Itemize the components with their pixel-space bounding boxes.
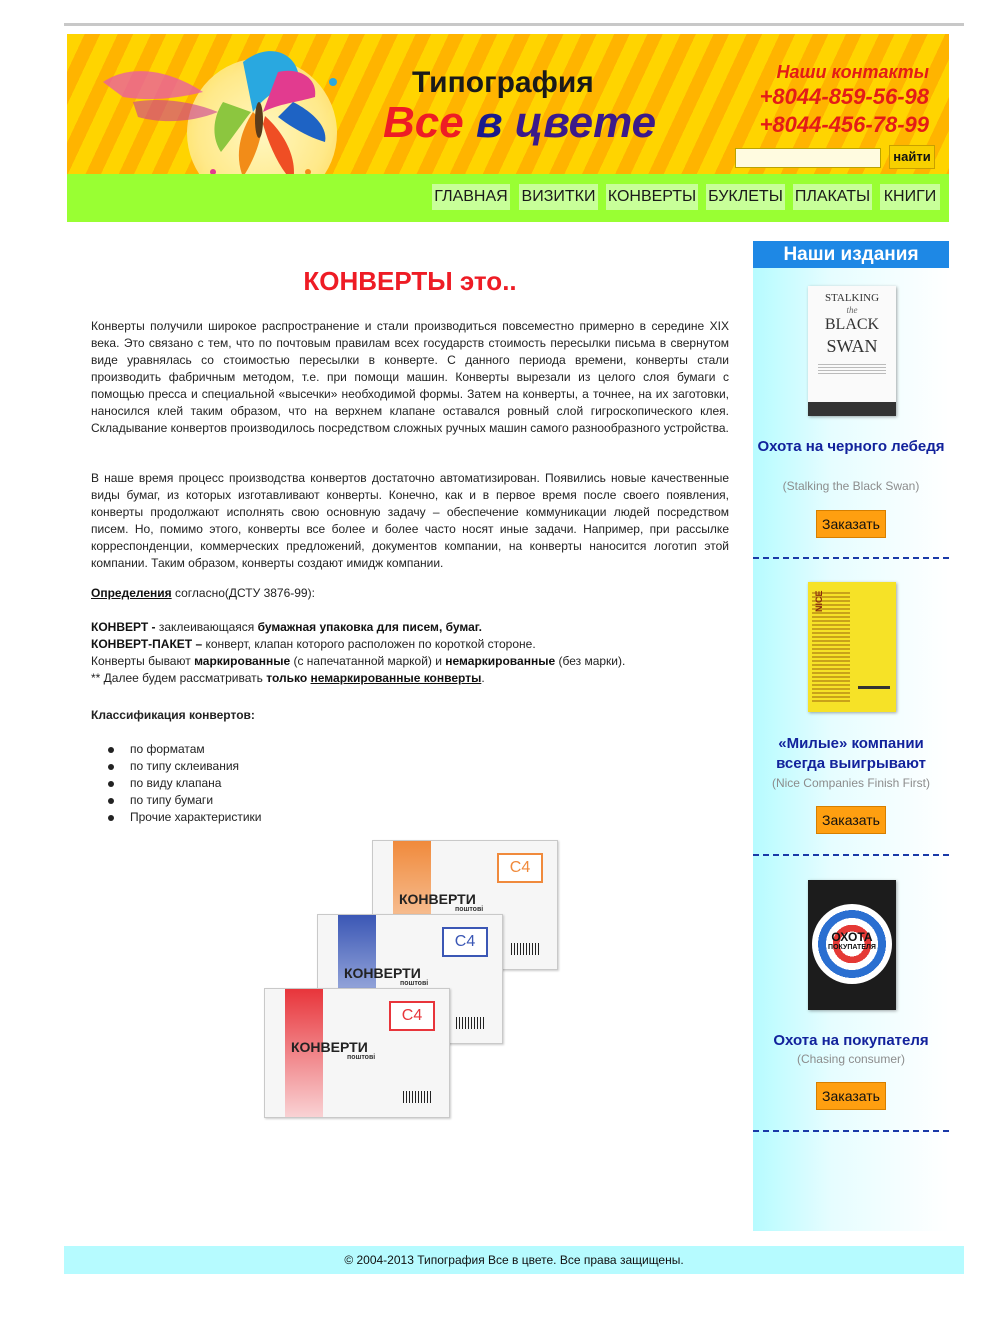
definition-term: КОНВЕРТ-ПАКЕТ – (91, 637, 206, 651)
order-button[interactable]: Заказать (816, 1082, 886, 1110)
sidebar-divider (753, 1130, 949, 1132)
intro-paragraph: Конверты получили широкое распространени… (91, 319, 729, 435)
sidebar-divider (753, 854, 949, 856)
definition-text: (без марки). (555, 654, 626, 668)
nav-item-business-cards[interactable]: ВИЗИТКИ (519, 184, 598, 210)
cover-text: ОХОТА (831, 930, 873, 944)
brand-title-line1: Типография (412, 66, 594, 99)
nav-item-home[interactable]: ГЛАВНАЯ (432, 184, 510, 210)
nav-item-books[interactable]: КНИГИ (880, 184, 940, 210)
book-subtitle: (Stalking the Black Swan) (782, 479, 920, 493)
definition-text: . (481, 671, 485, 685)
cover-text: ПОКУПАТЕЛЯ (828, 944, 876, 951)
envelope-title: КОНВЕРТИ (291, 1039, 368, 1055)
brand-word: Все (383, 98, 464, 147)
book-title[interactable]: Охота на черного лебедя (753, 437, 949, 457)
unmarked-envelopes-link[interactable]: немаркированные конверты (311, 671, 482, 685)
modern-paragraph: В наше время процесс производства конвер… (91, 471, 729, 570)
envelope-subtitle: поштові (347, 1054, 376, 1061)
cover-decoration (818, 364, 886, 376)
definition-envelope-packet: КОНВЕРТ-ПАКЕТ – конверт, клапан которого… (91, 637, 536, 651)
book-title[interactable]: Охота на покупателя (753, 1031, 949, 1051)
butterfly-splash-logo (103, 51, 337, 174)
cover-text: STALKING (824, 292, 880, 304)
sidebar-divider (753, 557, 949, 559)
list-item: по форматам (108, 741, 262, 758)
page-title: КОНВЕРТЫ это.. (303, 266, 517, 296)
list-item: по типу бумаги (108, 792, 262, 809)
definition-text: (с напечатанной маркой) и (290, 654, 446, 668)
list-item: по типу склеивания (108, 758, 262, 775)
barcode-icon (511, 943, 539, 955)
list-item: по виду клапана (108, 775, 262, 792)
definitions-link[interactable]: Определения (91, 586, 172, 600)
definition-text: конверт, клапан которого расположен по к… (205, 637, 536, 651)
classification-title: Классификация конвертов: (91, 708, 255, 722)
envelope-image-red: C4 КОНВЕРТИ поштові (264, 988, 450, 1118)
cover-decoration (808, 402, 896, 416)
order-button[interactable]: Заказать (816, 806, 886, 834)
definition-term: только (266, 671, 308, 685)
envelope-title: КОНВЕРТИ (399, 891, 476, 907)
cover-text: BLACK (824, 316, 880, 333)
classification-list: по форматам по типу склеивания по виду к… (108, 741, 262, 826)
definition-types: Конверты бывают маркированные (с напечат… (91, 654, 625, 668)
book-subtitle: (Nice Companies Finish First) (771, 776, 931, 790)
sidebar-title: Наши издания (753, 241, 949, 268)
brand-word: в (475, 98, 503, 147)
phone-number: +8044-456-78-99 (759, 112, 929, 137)
definition-note: ** Далее будем рассматривать только нема… (91, 671, 485, 685)
nav-item-booklets[interactable]: БУКЛЕТЫ (706, 184, 785, 210)
cover-text: SWAN (826, 336, 878, 356)
envelope-title: КОНВЕРТИ (344, 965, 421, 981)
search-button[interactable]: найти (889, 145, 935, 169)
envelope-format: C4 (497, 853, 543, 883)
top-divider (64, 23, 964, 26)
site-header: Типография Все в цвете Наши контакты +80… (67, 34, 949, 174)
cover-text: NICE (814, 590, 824, 612)
book-cover-chasing-consumer[interactable]: ОХОТА ПОКУПАТЕЛЯ (808, 880, 896, 1010)
brand-title-line2: Все в цвете (383, 98, 656, 148)
barcode-icon (456, 1017, 484, 1029)
definition-term: КОНВЕРТ - (91, 620, 159, 634)
book-cover-nice-companies[interactable]: NICE (808, 582, 896, 712)
list-item: Прочие характеристики (108, 809, 262, 826)
search-input[interactable] (735, 148, 881, 168)
definition-text: Конверты бывают (91, 654, 195, 668)
book-subtitle: (Chasing consumer) (796, 1052, 906, 1066)
brand-word: цвете (514, 98, 657, 147)
definitions-source: согласно(ДСТУ 3876-99): (171, 586, 315, 600)
envelope-subtitle: поштові (455, 906, 484, 913)
barcode-icon (403, 1091, 431, 1103)
cover-text: the (846, 305, 858, 315)
phone-number: +8044-859-56-98 (759, 84, 929, 109)
definitions-line: Определения согласно(ДСТУ 3876-99): (91, 586, 315, 600)
envelope-subtitle: поштові (400, 980, 429, 987)
definition-text: бумажная упаковка для писем, бумаг. (257, 620, 482, 634)
footer-copyright: © 2004-2013 Типография Все в цвете. Все … (64, 1246, 964, 1274)
envelope-format: C4 (442, 927, 488, 957)
envelope-format: C4 (389, 1001, 435, 1031)
definition-text: заклеивающаяся (158, 620, 258, 634)
order-button[interactable]: Заказать (816, 510, 886, 538)
definition-term: маркированные (194, 654, 291, 668)
nav-item-envelopes[interactable]: КОНВЕРТЫ (606, 184, 698, 210)
book-cover-black-swan[interactable]: STALKING the BLACK SWAN (808, 286, 896, 416)
nav-item-posters[interactable]: ПЛАКАТЫ (793, 184, 872, 210)
book-title[interactable]: «Милые» компании всегда выигрывают (753, 734, 949, 774)
cover-decoration (858, 686, 890, 689)
cover-decoration (856, 644, 892, 674)
definition-text: ** Далее будем рассматривать (91, 671, 267, 685)
definition-term: немаркированные (445, 654, 556, 668)
definition-envelope: КОНВЕРТ - заклеивающаяся бумажная упаков… (91, 620, 482, 634)
contacts-title: Наши контакты (776, 62, 929, 82)
